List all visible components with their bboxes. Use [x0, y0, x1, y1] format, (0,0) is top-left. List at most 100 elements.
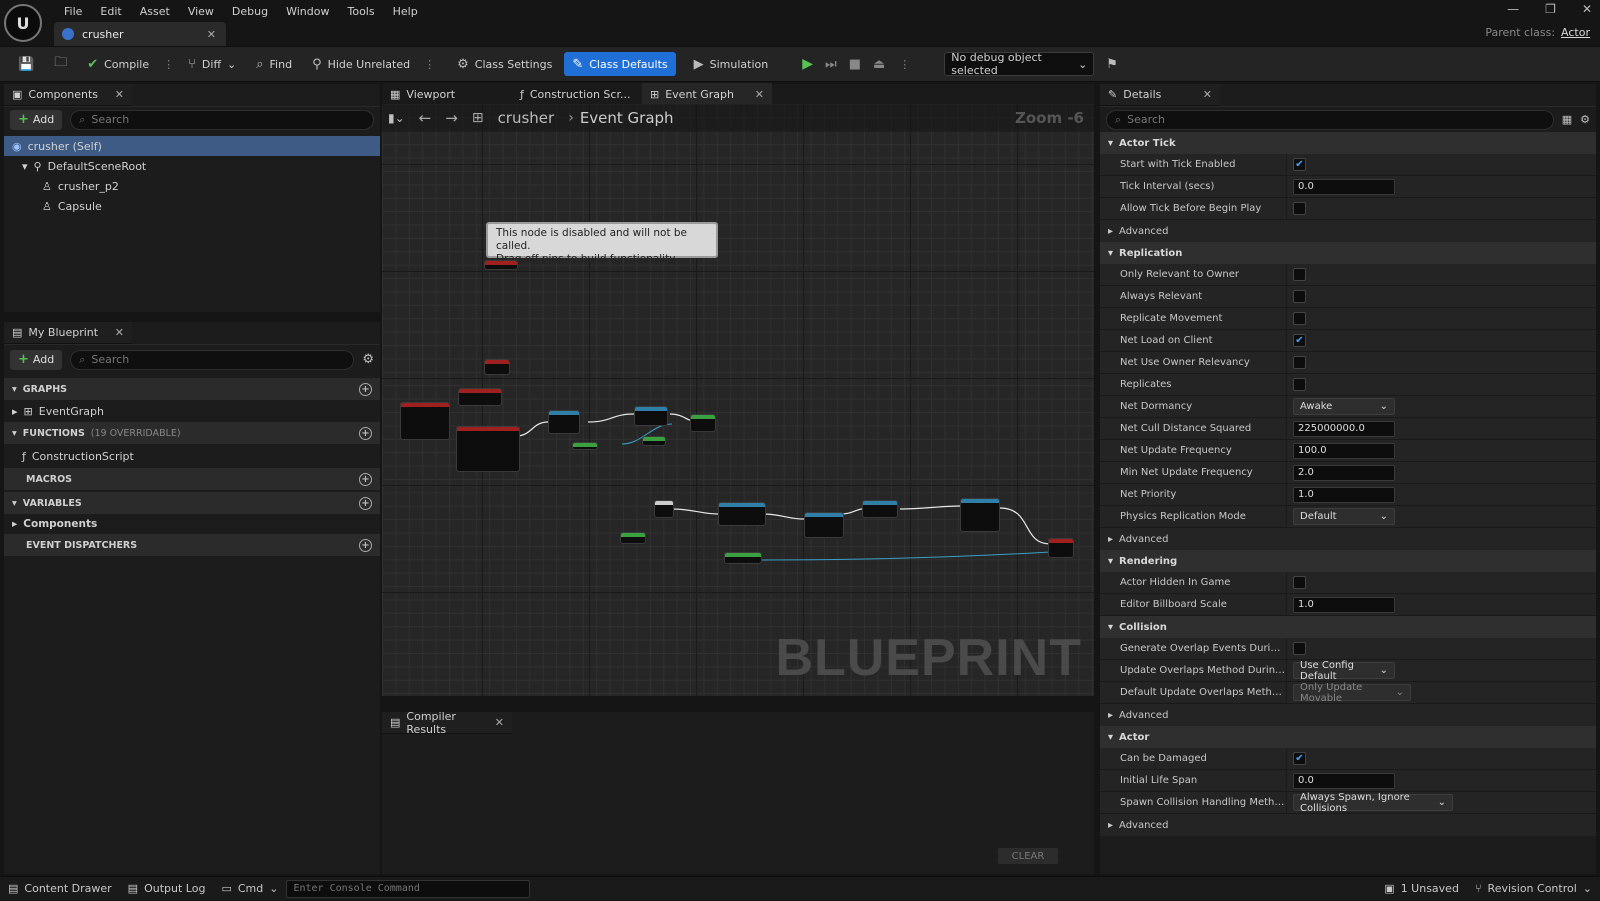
- graph-node[interactable]: [620, 532, 646, 544]
- advanced-toggle[interactable]: ▸ Advanced: [1100, 528, 1596, 550]
- graph-node[interactable]: [572, 442, 598, 450]
- menu-asset[interactable]: Asset: [131, 5, 179, 18]
- section-functions[interactable]: ▾ FUNCTIONS (19 OVERRIDABLE) +: [4, 422, 380, 444]
- menu-tools[interactable]: Tools: [338, 5, 383, 18]
- console-command-input[interactable]: [293, 883, 530, 894]
- graph-node[interactable]: [634, 406, 668, 426]
- section-graphs[interactable]: ▾ GRAPHS +: [4, 378, 380, 400]
- close-icon[interactable]: ✕: [207, 28, 216, 41]
- checkbox[interactable]: [1293, 642, 1306, 655]
- diff-button[interactable]: ⑂ Diff ⌄: [180, 52, 244, 76]
- close-icon[interactable]: ✕: [1203, 88, 1212, 101]
- graph-node[interactable]: [960, 498, 1000, 532]
- tab-construction-script[interactable]: ƒ Construction Scr...: [512, 83, 642, 105]
- section-event-dispatchers[interactable]: EVENT DISPATCHERS +: [4, 534, 380, 556]
- checkbox-checked[interactable]: ✔: [1293, 752, 1306, 765]
- number-field[interactable]: 1.0: [1293, 596, 1395, 613]
- checkbox[interactable]: [1293, 356, 1306, 369]
- tree-item-default-scene-root[interactable]: ▾ ⚲ DefaultSceneRoot: [4, 156, 380, 176]
- event-graph-canvas[interactable]: ▮⌄ ← → ⊞ crusher › Event Graph Zoom -6 T…: [382, 104, 1094, 696]
- details-search[interactable]: ⌕: [1106, 109, 1554, 130]
- add-macro-icon[interactable]: +: [359, 472, 372, 486]
- step-icon[interactable]: ⏭: [825, 57, 837, 72]
- gear-icon[interactable]: ⚙: [362, 352, 374, 367]
- variable-category-components[interactable]: ▸ Components: [4, 514, 380, 534]
- menu-file[interactable]: File: [55, 5, 91, 18]
- console-command-field[interactable]: [286, 879, 531, 898]
- my-blueprint-tab[interactable]: ▤ My Blueprint ✕: [4, 322, 132, 344]
- add-dispatcher-icon[interactable]: +: [359, 538, 372, 552]
- stop-icon[interactable]: ■: [849, 57, 861, 72]
- close-icon[interactable]: ✕: [495, 716, 504, 729]
- menu-debug[interactable]: Debug: [223, 5, 277, 18]
- close-icon[interactable]: ✕: [115, 88, 124, 101]
- hide-unrelated-button[interactable]: ⚲ Hide Unrelated: [304, 52, 418, 76]
- tree-item-capsule[interactable]: ♙ Capsule: [4, 196, 380, 216]
- tree-item-self[interactable]: ◉ crusher (Self): [4, 136, 380, 156]
- section-rendering[interactable]: ▾ Rendering: [1100, 550, 1596, 572]
- debug-object-select[interactable]: No debug object selected ⌄: [944, 51, 1095, 77]
- graph-node[interactable]: [804, 512, 844, 538]
- restore-icon[interactable]: ❐: [1545, 2, 1556, 16]
- number-field[interactable]: 100.0: [1293, 442, 1395, 459]
- advanced-toggle[interactable]: ▸ Advanced: [1100, 704, 1596, 726]
- class-defaults-button[interactable]: ✎ Class Defaults: [564, 52, 676, 76]
- play-icon[interactable]: ▶: [802, 56, 813, 72]
- checkbox[interactable]: [1293, 268, 1306, 281]
- update-overlaps-dropdown[interactable]: Use Config Default ⌄: [1293, 660, 1395, 682]
- revision-control-button[interactable]: ⑂ Revision Control ⌄: [1467, 877, 1600, 901]
- add-component-button[interactable]: + Add: [10, 109, 63, 130]
- parent-class-link[interactable]: Actor: [1561, 26, 1590, 39]
- number-field[interactable]: 0.0: [1293, 772, 1395, 789]
- menu-help[interactable]: Help: [384, 5, 427, 18]
- play-options-icon[interactable]: ⋮: [897, 58, 912, 71]
- section-replication[interactable]: ▾ Replication: [1100, 242, 1596, 264]
- section-macros[interactable]: MACROS +: [4, 468, 380, 490]
- graph-node[interactable]: [724, 552, 762, 564]
- number-field[interactable]: 225000000.0: [1293, 420, 1395, 437]
- physics-replication-dropdown[interactable]: Default ⌄: [1293, 508, 1395, 525]
- section-actor-tick[interactable]: ▾ Actor Tick: [1100, 132, 1596, 154]
- graph-node[interactable]: [400, 402, 450, 440]
- add-member-button[interactable]: + Add: [10, 349, 63, 370]
- checkbox[interactable]: [1293, 378, 1306, 391]
- browse-button[interactable]: 🗀: [46, 52, 75, 76]
- close-window-icon[interactable]: ✕: [1582, 2, 1592, 16]
- graph-node[interactable]: [690, 414, 716, 432]
- tab-viewport[interactable]: ▦ Viewport: [382, 83, 512, 105]
- graph-node[interactable]: [456, 426, 520, 472]
- menu-window[interactable]: Window: [277, 5, 338, 18]
- gear-icon[interactable]: ⚙: [1580, 113, 1590, 126]
- unsaved-button[interactable]: ▣ 1 Unsaved: [1376, 877, 1467, 901]
- close-icon[interactable]: ✕: [755, 88, 764, 101]
- checkbox[interactable]: [1293, 312, 1306, 325]
- clear-button[interactable]: CLEAR: [998, 848, 1058, 864]
- menu-view[interactable]: View: [179, 5, 223, 18]
- graph-node[interactable]: [458, 388, 502, 406]
- document-tab[interactable]: crusher ✕: [54, 22, 226, 46]
- function-item-construction-script[interactable]: ƒ ConstructionScript: [4, 444, 380, 468]
- simulation-button[interactable]: ▶ Simulation: [686, 52, 777, 76]
- spawn-collision-dropdown[interactable]: Always Spawn, Ignore Collisions ⌄: [1293, 792, 1453, 814]
- details-search-input[interactable]: [1127, 113, 1545, 126]
- cmd-dropdown[interactable]: ▭ Cmd ⌄: [213, 877, 286, 901]
- content-drawer-button[interactable]: ▤ Content Drawer: [0, 877, 120, 901]
- graph-node[interactable]: [484, 359, 510, 375]
- checkbox-checked[interactable]: ✔: [1293, 158, 1306, 171]
- components-search-input[interactable]: [91, 113, 365, 126]
- class-settings-button[interactable]: ⚙ Class Settings: [449, 52, 560, 76]
- advanced-toggle[interactable]: ▸ Advanced: [1100, 814, 1596, 836]
- add-function-icon[interactable]: +: [359, 426, 372, 440]
- tab-event-graph[interactable]: ⊞ Event Graph ✕: [642, 83, 772, 105]
- graph-item-event-graph[interactable]: ▸ ⊞ EventGraph: [4, 400, 380, 422]
- section-variables[interactable]: ▾ VARIABLES +: [4, 492, 380, 514]
- my-blueprint-search[interactable]: ⌕: [70, 349, 355, 370]
- number-field[interactable]: 2.0: [1293, 464, 1395, 481]
- add-graph-icon[interactable]: +: [359, 382, 372, 396]
- components-tab[interactable]: ▣ Components ✕: [4, 84, 132, 106]
- checkbox[interactable]: [1293, 202, 1306, 215]
- unreal-logo-icon[interactable]: U: [4, 4, 42, 42]
- minimize-icon[interactable]: —: [1507, 2, 1519, 16]
- checkbox[interactable]: [1293, 290, 1306, 303]
- checkbox-checked[interactable]: ✔: [1293, 334, 1306, 347]
